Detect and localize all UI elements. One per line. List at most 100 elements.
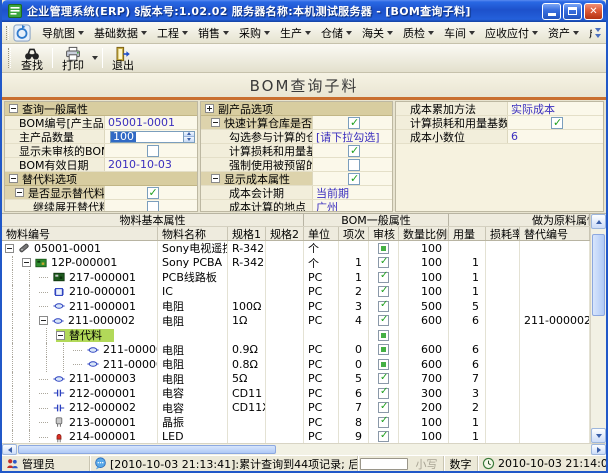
menu-item-8[interactable]: 海关 xyxy=(357,23,398,43)
scroll-up-arrow[interactable] xyxy=(591,214,606,229)
column-header-3[interactable]: 规格1 xyxy=(228,227,266,240)
audit-checkbox[interactable] xyxy=(378,402,389,413)
audit-checkbox[interactable] xyxy=(378,301,389,312)
toolbar-grip[interactable] xyxy=(6,26,9,40)
table-row[interactable]: 211-000003电阻5ΩPC57007 xyxy=(2,372,590,387)
table-row[interactable]: 217-000001PCB线路板PC11001 xyxy=(2,270,590,285)
column-header-7[interactable]: 审核 xyxy=(369,227,399,240)
expand-icon[interactable] xyxy=(205,104,214,113)
menu-item-10[interactable]: 车间 xyxy=(439,23,480,43)
table-row[interactable]: 211-000001电阻100ΩPC35005 xyxy=(2,299,590,314)
menu-item-12[interactable]: 资产 xyxy=(543,23,584,43)
panel-group-header[interactable]: 查询一般属性 xyxy=(5,102,197,116)
checkbox[interactable] xyxy=(348,159,360,171)
spin-down-icon[interactable] xyxy=(184,137,194,142)
value-text[interactable]: 广州 xyxy=(316,200,338,212)
checkbox[interactable] xyxy=(348,117,360,129)
dropdown-value[interactable]: [请下拉勾选] xyxy=(316,130,380,143)
menu-item-3[interactable]: 工程 xyxy=(152,23,193,43)
table-row[interactable]: 替代料 xyxy=(2,328,590,343)
collapse-icon[interactable] xyxy=(9,104,18,113)
find-button[interactable]: 查找 xyxy=(15,45,49,71)
audit-checkbox[interactable] xyxy=(378,257,389,268)
table-row[interactable]: 211-000007电阻0.9ΩPC06006 xyxy=(2,343,590,358)
horizontal-scrollbar[interactable] xyxy=(2,443,606,455)
collapse-icon[interactable] xyxy=(56,331,65,340)
column-header-5[interactable]: 单位 xyxy=(304,227,339,240)
collapse-icon[interactable] xyxy=(15,188,24,197)
collapse-icon[interactable] xyxy=(211,174,220,183)
table-row[interactable]: 212-000002电容CD11XPC72002 xyxy=(2,401,590,416)
column-header-1[interactable]: 物料编号 xyxy=(2,227,158,240)
menu-item-13[interactable]: 成本 xyxy=(584,23,592,43)
audit-checkbox[interactable] xyxy=(378,359,389,370)
column-header-6[interactable]: 项次 xyxy=(339,227,369,240)
menu-item-2[interactable]: 基础数据 xyxy=(89,23,152,43)
table-row[interactable]: 12P-000001Sony PCBAR-3423个11001 xyxy=(2,256,590,271)
panel-group-header[interactable]: 副产品选项 xyxy=(201,102,392,116)
menu-item-7[interactable]: 仓储 xyxy=(316,23,357,43)
vertical-scrollbar[interactable] xyxy=(590,214,606,443)
menu-item-9[interactable]: 质检 xyxy=(398,23,439,43)
column-header-11[interactable]: 替代编号 xyxy=(520,227,590,240)
checkbox[interactable] xyxy=(147,201,159,213)
audit-checkbox[interactable] xyxy=(378,243,389,254)
value-text[interactable]: 6 xyxy=(511,130,518,143)
value-text[interactable]: 05001-0001 xyxy=(108,116,175,129)
table-row[interactable]: 210-000001ICPC21001 xyxy=(2,285,590,300)
collapse-icon[interactable] xyxy=(22,258,31,267)
scroll-track[interactable] xyxy=(591,229,606,428)
panel-group-header[interactable]: 替代料选项 xyxy=(5,172,197,186)
stepper-buttons[interactable] xyxy=(183,132,194,142)
checkbox[interactable] xyxy=(147,187,159,199)
column-header-2[interactable]: 物料名称 xyxy=(158,227,228,240)
value-text[interactable]: 当前期 xyxy=(316,186,349,199)
minimize-button[interactable] xyxy=(542,3,561,20)
menu-item-11[interactable]: 应收应付 xyxy=(480,23,543,43)
menu-item-6[interactable]: 生产 xyxy=(275,23,316,43)
status-input[interactable] xyxy=(360,458,408,470)
audit-checkbox[interactable] xyxy=(378,344,389,355)
menu-item-5[interactable]: 采购 xyxy=(234,23,275,43)
maximize-button[interactable] xyxy=(563,3,582,20)
audit-checkbox[interactable] xyxy=(378,286,389,297)
menu-item-4[interactable]: 销售 xyxy=(193,23,234,43)
checkbox[interactable] xyxy=(348,173,360,185)
scroll-track[interactable] xyxy=(17,444,591,455)
checkbox[interactable] xyxy=(147,145,159,157)
column-header-4[interactable]: 规格2 xyxy=(266,227,304,240)
checkbox[interactable] xyxy=(348,145,360,157)
navigation-icon[interactable] xyxy=(13,24,31,42)
collapse-icon[interactable] xyxy=(5,244,14,253)
exit-button[interactable]: 退出 xyxy=(106,45,140,71)
audit-checkbox[interactable] xyxy=(378,388,389,399)
audit-checkbox[interactable] xyxy=(378,417,389,428)
audit-checkbox[interactable] xyxy=(378,315,389,326)
menu-item-1[interactable]: 导航图 xyxy=(37,23,89,43)
column-header-9[interactable]: 用量 xyxy=(449,227,486,240)
audit-checkbox[interactable] xyxy=(378,431,389,442)
value-text[interactable]: 2010-10-03 xyxy=(108,158,172,171)
scroll-down-arrow[interactable] xyxy=(591,428,606,443)
table-row[interactable]: 05001-0001Sony电视遥控器(JR-3423个100 xyxy=(2,241,590,256)
collapse-icon[interactable] xyxy=(211,118,220,127)
scroll-left-arrow[interactable] xyxy=(2,444,17,455)
table-row[interactable]: 214-000001LEDPC91001 xyxy=(2,430,590,444)
audit-checkbox[interactable] xyxy=(378,330,389,341)
checkbox[interactable] xyxy=(551,117,563,129)
collapse-icon[interactable] xyxy=(9,174,18,183)
column-header-8[interactable]: 数量比例[... xyxy=(399,227,449,240)
print-button[interactable]: 打印 xyxy=(56,45,90,71)
toolbar-grip[interactable] xyxy=(8,48,11,68)
print-dropdown-button[interactable] xyxy=(90,45,99,71)
column-header-10[interactable]: 损耗率% xyxy=(486,227,520,240)
scroll-right-arrow[interactable] xyxy=(591,444,606,455)
value-text[interactable]: 实际成本 xyxy=(511,102,555,115)
audit-checkbox[interactable] xyxy=(378,373,389,384)
table-row[interactable]: 211-000008电阻0.8ΩPC06006 xyxy=(2,357,590,372)
menu-overflow-chevron[interactable] xyxy=(592,24,604,42)
scroll-thumb[interactable] xyxy=(592,234,605,316)
table-row[interactable]: 211-000002电阻1ΩPC46006211-000002 xyxy=(2,314,590,329)
table-row[interactable]: 213-000001晶振PC81001 xyxy=(2,415,590,430)
close-button[interactable]: ✕ xyxy=(584,3,603,20)
